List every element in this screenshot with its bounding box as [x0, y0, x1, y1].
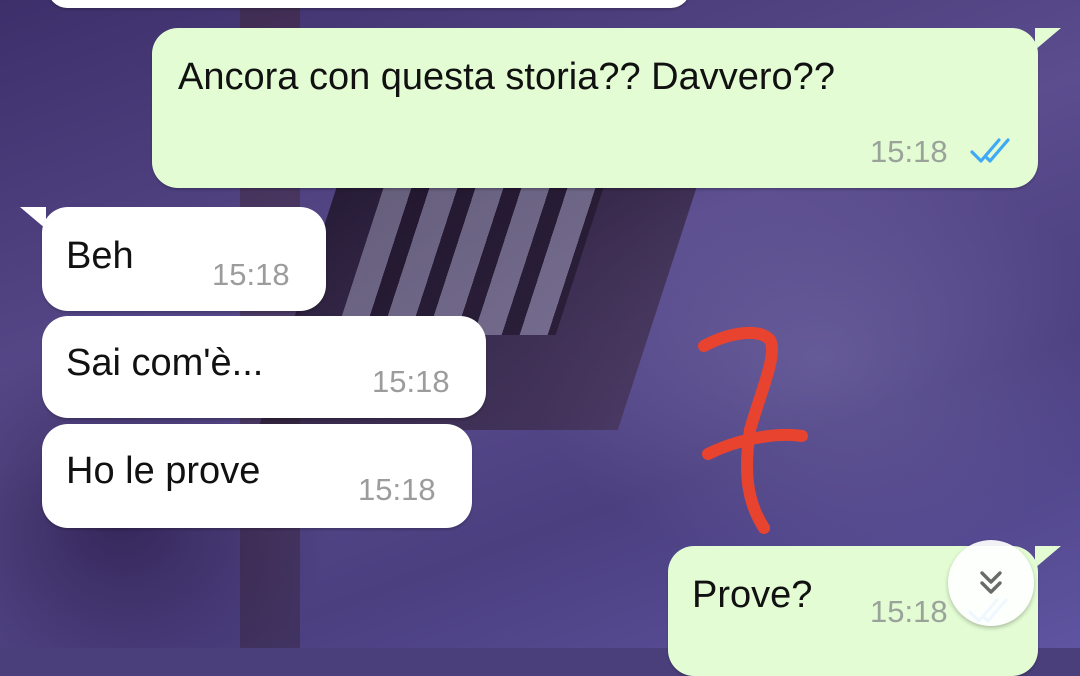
message-time: 15:18 [212, 257, 290, 292]
message-time: 15:18 [870, 134, 948, 169]
message-bubble-partial[interactable] [48, 0, 690, 8]
read-ticks-icon [970, 138, 1010, 163]
message-bubble-incoming[interactable]: Sai com'è... 15:18 [42, 316, 486, 418]
message-text: Ho le prove [66, 450, 261, 492]
message-bubble-incoming[interactable]: Ho le prove 15:18 [42, 424, 472, 528]
bubble-tail [1035, 28, 1061, 50]
double-chevron-down-icon [980, 571, 1002, 594]
message-time: 15:18 [358, 472, 436, 507]
message-text: Ancora con questa storia?? Davvero?? [178, 56, 835, 98]
message-time: 15:18 [372, 364, 450, 399]
message-time: 15:18 [870, 594, 948, 629]
scroll-to-bottom-button[interactable] [948, 540, 1034, 626]
message-bubble-incoming[interactable]: Beh 15:18 [42, 207, 326, 311]
message-text: Beh [66, 235, 134, 277]
bubble-tail [1035, 546, 1061, 568]
handwritten-annotation-seven [698, 326, 808, 534]
message-text: Sai com'è... [66, 342, 264, 384]
message-bubble-outgoing[interactable]: Ancora con questa storia?? Davvero?? 15:… [152, 28, 1038, 188]
message-text: Prove? [692, 574, 813, 616]
